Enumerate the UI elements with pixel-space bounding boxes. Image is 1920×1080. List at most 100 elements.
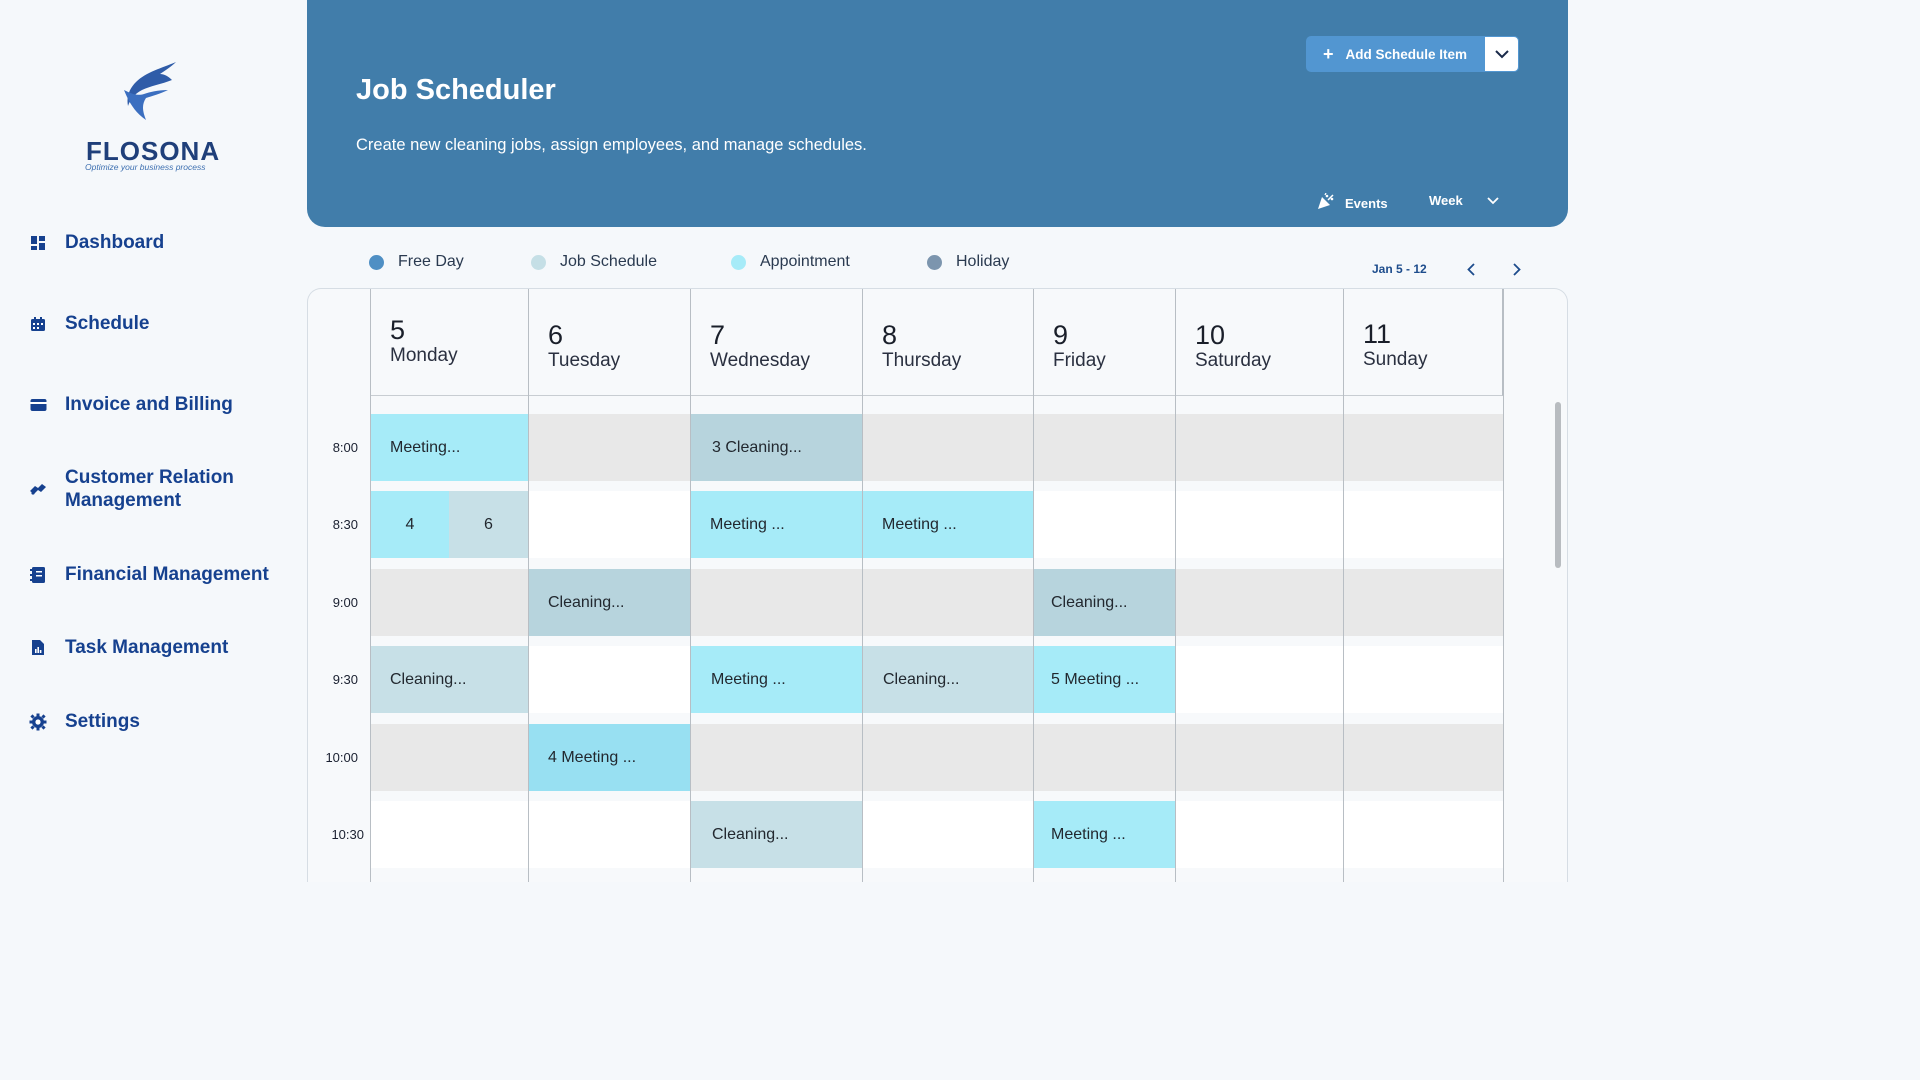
add-options-dropdown-button[interactable]: [1484, 36, 1519, 72]
day-number: 11: [1363, 319, 1392, 349]
event-appointment[interactable]: Meeting ...: [863, 491, 1033, 558]
day-number: 7: [710, 320, 726, 350]
day-header-monday[interactable]: 5 Monday: [370, 289, 528, 396]
prev-week-button[interactable]: [1461, 259, 1481, 279]
event-appointment[interactable]: Meeting ...: [691, 646, 862, 713]
brand-tagline: Optimize your business process: [85, 162, 206, 172]
gear-icon: [28, 712, 48, 732]
event-job-schedule[interactable]: Cleaning...: [863, 646, 1033, 713]
add-schedule-item-label: Add Schedule Item: [1345, 46, 1468, 62]
day-name: Saturday: [1195, 350, 1272, 371]
sidebar-item-financial-management[interactable]: Financial Management: [28, 563, 269, 586]
day-number: 10: [1195, 320, 1226, 350]
time-label: 9:00: [332, 595, 358, 610]
legend-label: Appointment: [760, 253, 850, 270]
day-header-thursday[interactable]: 8 Thursday: [862, 289, 1033, 396]
flosona-logo-icon: [124, 62, 176, 120]
column-divider: [1343, 289, 1344, 882]
column-divider: [862, 289, 863, 882]
ledger-icon: [28, 565, 48, 585]
legend-label: Job Schedule: [560, 253, 657, 270]
day-header-tuesday[interactable]: 6 Tuesday: [528, 289, 690, 396]
column-divider: [370, 289, 371, 882]
legend-appointment: Appointment: [731, 253, 850, 271]
day-header-wednesday[interactable]: 7 Wednesday: [690, 289, 862, 396]
event-appointment[interactable]: 4: [371, 491, 449, 558]
chevron-down-icon: [1487, 193, 1499, 208]
sidebar-item-invoice-billing[interactable]: Invoice and Billing: [28, 393, 233, 416]
time-label: 10:00: [325, 750, 358, 765]
day-number: 9: [1053, 320, 1069, 350]
sidebar-item-label: Invoice and Billing: [65, 394, 233, 415]
view-select-value: Week: [1429, 193, 1463, 208]
day-number: 5: [390, 315, 406, 345]
event-appointment[interactable]: Meeting ...: [691, 491, 862, 558]
time-label: 9:30: [332, 672, 358, 687]
day-header-friday[interactable]: 9 Friday: [1033, 289, 1175, 396]
legend-dot: [531, 254, 546, 270]
legend-label: Free Day: [398, 253, 464, 270]
day-name: Sunday: [1363, 349, 1428, 370]
day-name: Wednesday: [710, 350, 810, 371]
day-number: 8: [882, 320, 898, 350]
events-button[interactable]: Events: [1317, 192, 1388, 213]
add-schedule-item-button[interactable]: + Add Schedule Item: [1306, 36, 1484, 72]
day-name: Tuesday: [548, 350, 621, 371]
brand-logo[interactable]: FLOSONA Optimize your business process: [84, 60, 224, 175]
day-header-saturday[interactable]: 10 Saturday: [1175, 289, 1343, 396]
sidebar-item-label: Schedule: [65, 313, 150, 334]
column-divider: [690, 289, 691, 882]
sidebar-item-label: Task Management: [65, 637, 229, 658]
report-icon: [28, 638, 48, 658]
time-label: 10:30: [331, 827, 364, 842]
event-appointment[interactable]: 5 Meeting ...: [1034, 646, 1175, 713]
handshake-icon: [28, 479, 48, 499]
sidebar-item-label: Settings: [65, 711, 140, 732]
event-job-schedule[interactable]: Cleaning...: [691, 801, 862, 868]
legend-dot: [927, 254, 942, 270]
time-label: 8:00: [332, 440, 358, 455]
sidebar-item-schedule[interactable]: Schedule: [28, 312, 149, 335]
chevron-down-icon: [1494, 49, 1509, 58]
page-title: Job Scheduler: [356, 74, 556, 106]
chevron-left-icon: [1467, 262, 1475, 276]
next-week-button[interactable]: [1507, 259, 1527, 279]
event-appointment[interactable]: Meeting ...: [1034, 801, 1175, 868]
day-name: Thursday: [882, 350, 962, 371]
day-name: Friday: [1053, 350, 1106, 371]
add-schedule-item-button-group: + Add Schedule Item: [1306, 36, 1519, 72]
header-banner: Job Scheduler Create new cleaning jobs, …: [307, 0, 1568, 227]
sidebar-item-label: Dashboard: [65, 232, 165, 253]
page-subtitle: Create new cleaning jobs, assign employe…: [356, 136, 867, 154]
view-select[interactable]: Week: [1429, 193, 1499, 208]
event-job-schedule[interactable]: 6: [449, 491, 528, 558]
event-job-schedule[interactable]: Cleaning...: [529, 569, 690, 636]
sidebar: FLOSONA Optimize your business process D…: [0, 0, 307, 882]
sidebar-item-crm[interactable]: Customer Relation Management: [28, 466, 255, 512]
sidebar-item-settings[interactable]: Settings: [28, 710, 140, 733]
column-divider: [1175, 289, 1176, 882]
event-job-schedule[interactable]: Cleaning...: [1034, 569, 1175, 636]
day-name: Monday: [390, 345, 458, 366]
sidebar-item-label: Customer Relation Management: [65, 467, 234, 511]
legend-dot: [731, 254, 746, 270]
event-job-schedule[interactable]: 3 Cleaning...: [691, 414, 862, 481]
event-appointment[interactable]: Meeting...: [371, 414, 528, 481]
card-icon: [28, 395, 48, 415]
sidebar-item-task-management[interactable]: Task Management: [28, 636, 228, 659]
event-appointment[interactable]: 4 Meeting ...: [529, 724, 690, 791]
calendar-scrollbar[interactable]: [1555, 402, 1561, 568]
legend-free-day: Free Day: [369, 253, 464, 271]
day-header-sunday[interactable]: 11 Sunday: [1343, 289, 1503, 396]
legend-label: Holiday: [956, 253, 1010, 270]
event-job-schedule[interactable]: Cleaning...: [371, 646, 528, 713]
sidebar-item-dashboard[interactable]: Dashboard: [28, 231, 164, 254]
dashboard-icon: [28, 233, 48, 253]
events-label: Events: [1345, 195, 1388, 211]
chevron-right-icon: [1513, 262, 1521, 276]
legend-job-schedule: Job Schedule: [531, 253, 657, 271]
day-number: 6: [548, 320, 564, 350]
time-label: 8:30: [332, 517, 358, 532]
calendar-icon: [28, 314, 48, 334]
sidebar-item-label: Financial Management: [65, 564, 269, 585]
